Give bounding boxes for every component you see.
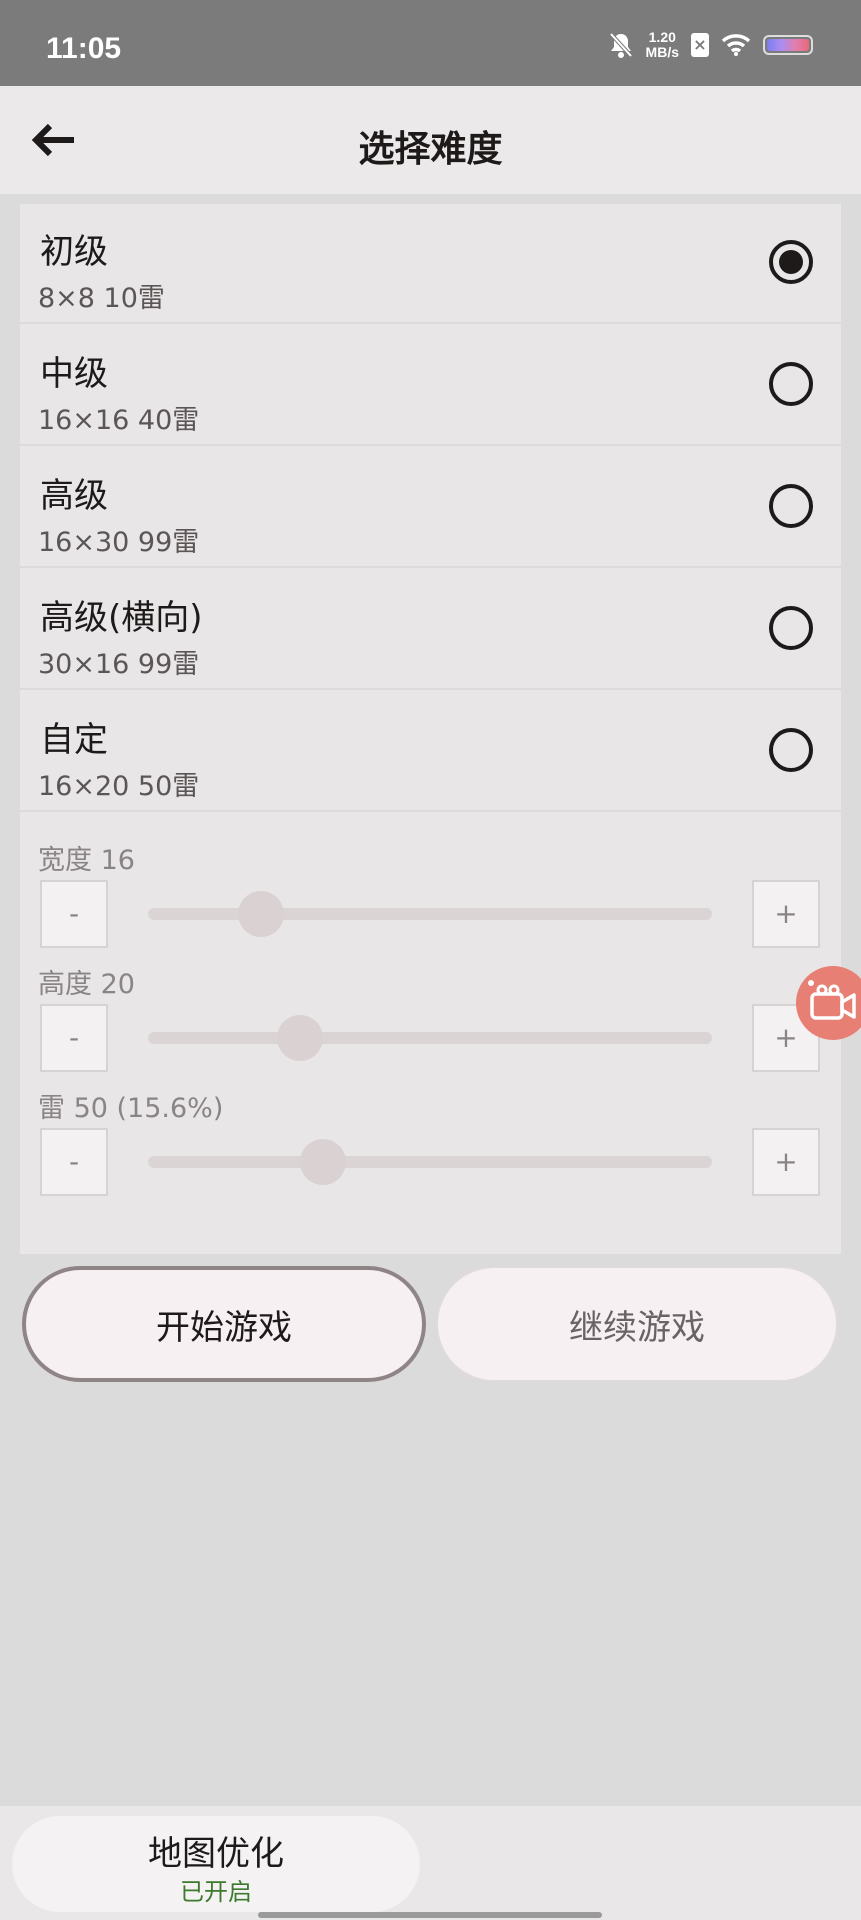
battery-icon <box>763 35 813 55</box>
difficulty-option-intermediate[interactable]: 中级 16×16 40雷 <box>20 326 841 446</box>
difficulty-card: 初级 8×8 10雷 中级 16×16 40雷 高级 16×30 99雷 高级(… <box>20 204 841 1254</box>
screen-record-button[interactable] <box>796 966 861 1040</box>
radio-button[interactable] <box>769 362 813 406</box>
start-game-button[interactable]: 开始游戏 <box>22 1266 426 1382</box>
mines-slider-thumb[interactable] <box>299 1139 346 1185</box>
radio-button-checked[interactable] <box>769 240 813 284</box>
option-title: 高级 <box>40 476 108 516</box>
option-title: 高级(横向) <box>40 598 203 638</box>
option-title: 自定 <box>40 720 108 760</box>
mines-minus-button[interactable]: - <box>40 1128 108 1196</box>
radio-button[interactable] <box>769 484 813 528</box>
option-title: 中级 <box>40 354 108 394</box>
width-slider[interactable] <box>148 891 712 937</box>
bottom-area: 地图优化 已开启 <box>0 1806 861 1920</box>
map-optimization-title: 地图优化 <box>148 1834 284 1874</box>
radio-button[interactable] <box>769 606 813 650</box>
width-label: 宽度 16 <box>38 845 135 876</box>
height-slider-thumb[interactable] <box>277 1015 324 1061</box>
height-minus-button[interactable]: - <box>40 1004 108 1072</box>
page-title: 选择难度 <box>358 129 503 170</box>
net-speed-unit: MB/s <box>645 44 679 60</box>
width-plus-button[interactable]: + <box>752 880 820 948</box>
option-subtitle: 16×16 40雷 <box>38 405 200 436</box>
status-time: 11:05 <box>46 32 122 65</box>
app-bar: 选择难度 <box>0 86 861 194</box>
option-subtitle: 16×20 50雷 <box>38 771 200 802</box>
screen-record-icon <box>810 984 856 1020</box>
option-subtitle: 16×30 99雷 <box>38 527 200 558</box>
net-speed: 1.20 MB/s <box>646 30 679 60</box>
option-subtitle: 8×8 10雷 <box>38 283 165 314</box>
difficulty-option-expert[interactable]: 高级 16×30 99雷 <box>20 448 841 568</box>
width-slider-thumb[interactable] <box>237 891 284 937</box>
continue-game-button[interactable]: 继续游戏 <box>436 1266 838 1382</box>
home-indicator[interactable] <box>258 1912 602 1918</box>
difficulty-option-expert-landscape[interactable]: 高级(横向) 30×16 99雷 <box>20 570 841 690</box>
mines-plus-button[interactable]: + <box>752 1128 820 1196</box>
map-optimization-card[interactable]: 地图优化 已开启 <box>12 1816 420 1912</box>
wifi-icon <box>721 34 751 56</box>
radio-button[interactable] <box>769 728 813 772</box>
option-title: 初级 <box>40 232 108 272</box>
mines-slider[interactable] <box>148 1139 712 1185</box>
status-icons: 1.20 MB/s × <box>608 30 813 60</box>
option-subtitle: 30×16 99雷 <box>38 649 200 680</box>
height-slider[interactable] <box>148 1015 712 1061</box>
height-label: 高度 20 <box>38 969 135 1000</box>
sim-icon: × <box>691 33 709 57</box>
net-speed-value: 1.20 <box>648 29 676 45</box>
map-optimization-status: 已开启 <box>180 1878 252 1906</box>
width-minus-button[interactable]: - <box>40 880 108 948</box>
mines-label: 雷 50 (15.6%) <box>38 1093 224 1124</box>
mute-bell-icon <box>609 32 633 58</box>
difficulty-option-custom[interactable]: 自定 16×20 50雷 <box>20 692 841 812</box>
difficulty-option-beginner[interactable]: 初级 8×8 10雷 <box>20 204 841 324</box>
status-bar: 11:05 1.20 MB/s × <box>0 0 861 86</box>
